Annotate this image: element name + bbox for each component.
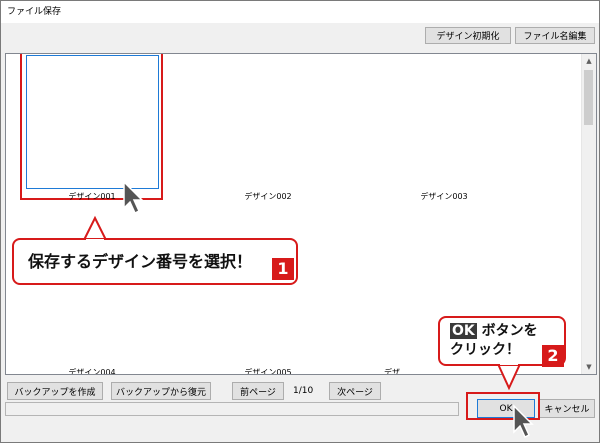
callout-ok-word: OK (450, 323, 477, 339)
callout-ok-line1-rest: ボタンを (476, 323, 538, 339)
callout-1-badge: 1 (272, 258, 294, 280)
callout-1-tail (82, 215, 108, 241)
callout-2-tail (496, 363, 522, 391)
callout-2-badge: 2 (542, 345, 564, 367)
mouse-pointer-icon (513, 404, 534, 439)
callout-select-design: 保存するデザイン番号を選択！ (12, 238, 298, 285)
callout-tails (82, 215, 522, 391)
callout-select-design-text: 保存するデザイン番号を選択！ (28, 252, 253, 271)
mouse-pointer-icon (123, 180, 144, 215)
callout-ok-line1: OK ボタンを (450, 322, 564, 341)
callout-2-tail-cover (500, 362, 518, 365)
callout-1-tail-cover (86, 239, 104, 242)
